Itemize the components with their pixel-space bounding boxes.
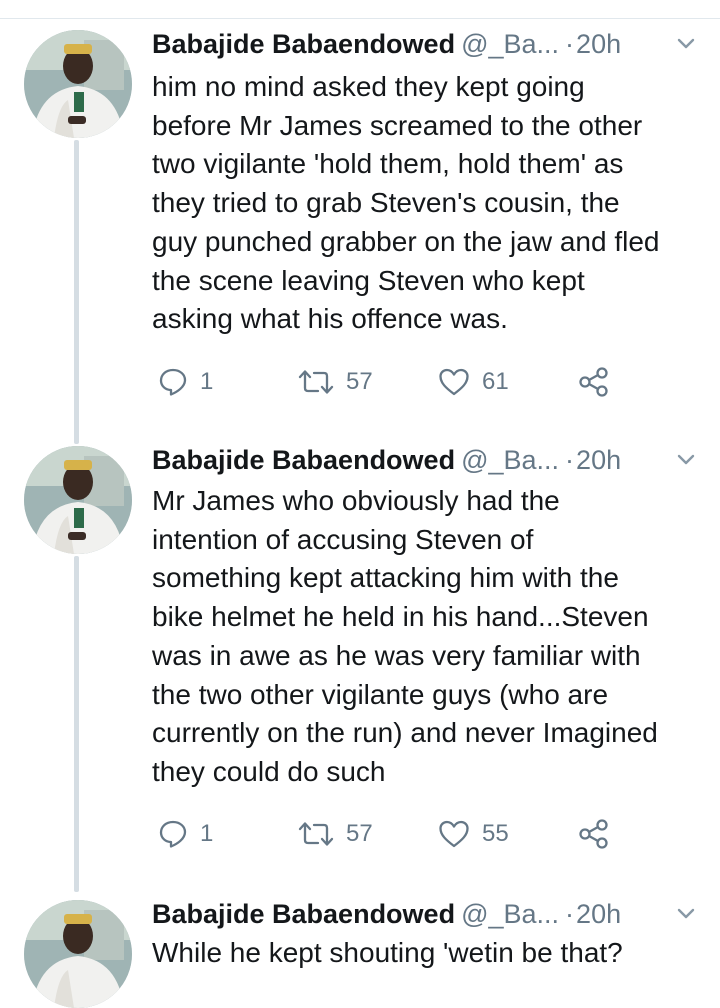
share-icon: [579, 819, 608, 849]
top-divider: [0, 0, 720, 19]
avatar[interactable]: [24, 446, 132, 554]
author-name[interactable]: Babajide Babaendowed: [152, 445, 455, 475]
reply-count: 1: [200, 820, 214, 847]
chevron-down-icon[interactable]: [676, 452, 696, 468]
tweet-time[interactable]: 20h: [576, 29, 621, 59]
avatar[interactable]: [24, 30, 132, 138]
retweet-count: 57: [346, 820, 373, 847]
tweet-text: Mr James who obviously had the intention…: [152, 485, 658, 787]
share-button[interactable]: [578, 814, 610, 854]
tweet[interactable]: Babajide Babaendowed @_Ba... ·20h him no m…: [0, 24, 720, 424]
retweet-count: 57: [346, 368, 373, 395]
retweet-button[interactable]: 57: [298, 814, 373, 854]
like-count: 55: [482, 820, 509, 847]
reply-button[interactable]: 1: [158, 362, 213, 402]
tweet-actions: 1 57 55: [152, 814, 652, 854]
share-button[interactable]: [578, 362, 610, 402]
tweet[interactable]: Babajide Babaendowed @_Ba... ·20h Mr James…: [0, 440, 720, 860]
tweet[interactable]: Babajide Babaendowed @_Ba... ·20h While he…: [0, 894, 720, 1008]
like-button[interactable]: 61: [438, 362, 509, 402]
tweet-text: While he kept shouting 'wetin be that?: [152, 937, 623, 968]
avatar[interactable]: [24, 900, 132, 1008]
share-icon: [579, 367, 608, 397]
author-handle[interactable]: @_Ba...: [461, 29, 559, 59]
reply-icon: [159, 820, 187, 848]
like-count: 61: [482, 368, 509, 395]
tweet-header: Babajide Babaendowed @_Ba... ·20h: [152, 440, 712, 480]
author-handle[interactable]: @_Ba...: [461, 445, 559, 475]
chevron-down-icon[interactable]: [676, 906, 696, 922]
avatar-image: [24, 30, 132, 138]
tweet-text: him no mind asked they kept going before…: [152, 71, 660, 335]
retweet-button[interactable]: 57: [298, 362, 373, 402]
separator-dot: ·: [565, 29, 575, 59]
author-name[interactable]: Babajide Babaendowed: [152, 29, 455, 59]
heart-icon: [439, 820, 469, 848]
separator-dot: ·: [565, 899, 575, 929]
author-name[interactable]: Babajide Babaendowed: [152, 899, 455, 929]
chevron-down-icon[interactable]: [676, 36, 696, 52]
tweet-header: Babajide Babaendowed @_Ba... ·20h: [152, 894, 712, 934]
author-handle[interactable]: @_Ba...: [461, 899, 559, 929]
tweet-actions: 1 57 61: [152, 362, 652, 402]
tweet-time[interactable]: 20h: [576, 445, 621, 475]
reply-button[interactable]: 1: [158, 814, 213, 854]
reply-count: 1: [200, 368, 214, 395]
avatar-image: [24, 900, 132, 1008]
separator-dot: ·: [565, 445, 575, 475]
like-button[interactable]: 55: [438, 814, 509, 854]
retweet-icon: [298, 822, 334, 846]
reply-icon: [159, 368, 187, 396]
tweet-time[interactable]: 20h: [576, 899, 621, 929]
retweet-icon: [298, 370, 334, 394]
tweet-header: Babajide Babaendowed @_Ba... ·20h: [152, 24, 712, 64]
heart-icon: [439, 368, 469, 396]
avatar-image: [24, 446, 132, 554]
